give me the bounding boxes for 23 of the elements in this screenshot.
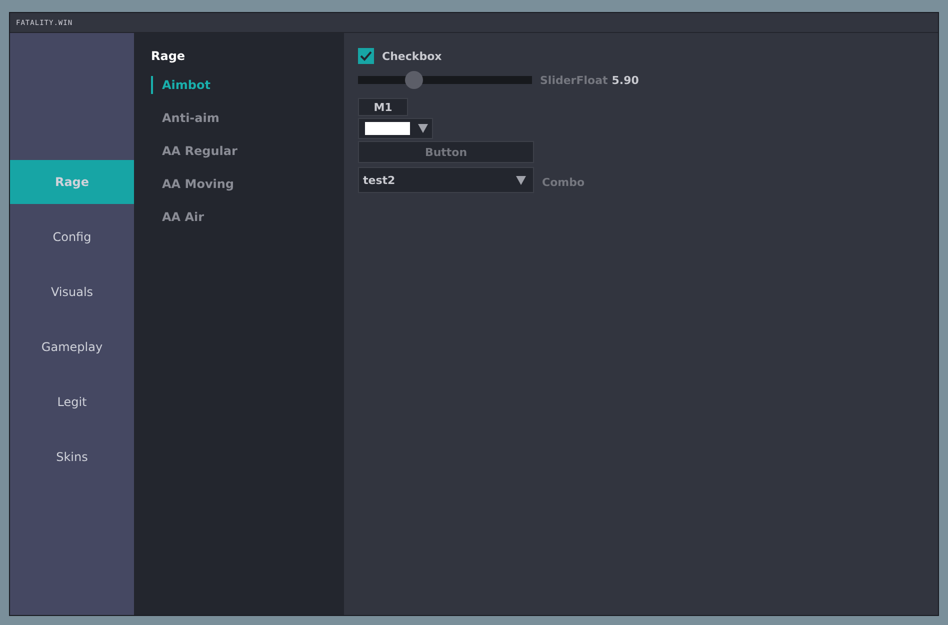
section-heading: Rage [151,49,186,63]
subnav-item[interactable]: Aimbot [151,76,344,94]
slider-value: 5.90 [612,74,639,86]
subnav-item[interactable]: AA Moving [151,175,344,193]
color-picker[interactable] [358,118,433,139]
checkbox-label: Checkbox [382,50,442,62]
slider-label: SliderFloat [540,74,608,86]
checkbox[interactable] [358,48,374,64]
sidebar-item[interactable]: Gameplay [10,325,134,369]
sidebar-item[interactable]: Skins [10,435,134,479]
subnav-item[interactable]: AA Air [151,208,344,226]
button[interactable]: Button [358,141,534,163]
sidebar-item[interactable]: Config [10,215,134,259]
combo-value: test2 [363,174,396,186]
sidebar-item[interactable]: Legit [10,380,134,424]
subnav-item[interactable]: AA Regular [151,142,344,160]
combo-label: Combo [542,176,585,189]
subnav-item[interactable]: Anti-aim [151,109,344,127]
combo-box[interactable]: test2 [358,167,534,193]
dropdown-arrow-icon [516,176,526,184]
sidebar-item[interactable]: Visuals [10,270,134,314]
keybind-button[interactable]: M1 [358,98,408,116]
slider-thumb[interactable] [404,71,423,89]
